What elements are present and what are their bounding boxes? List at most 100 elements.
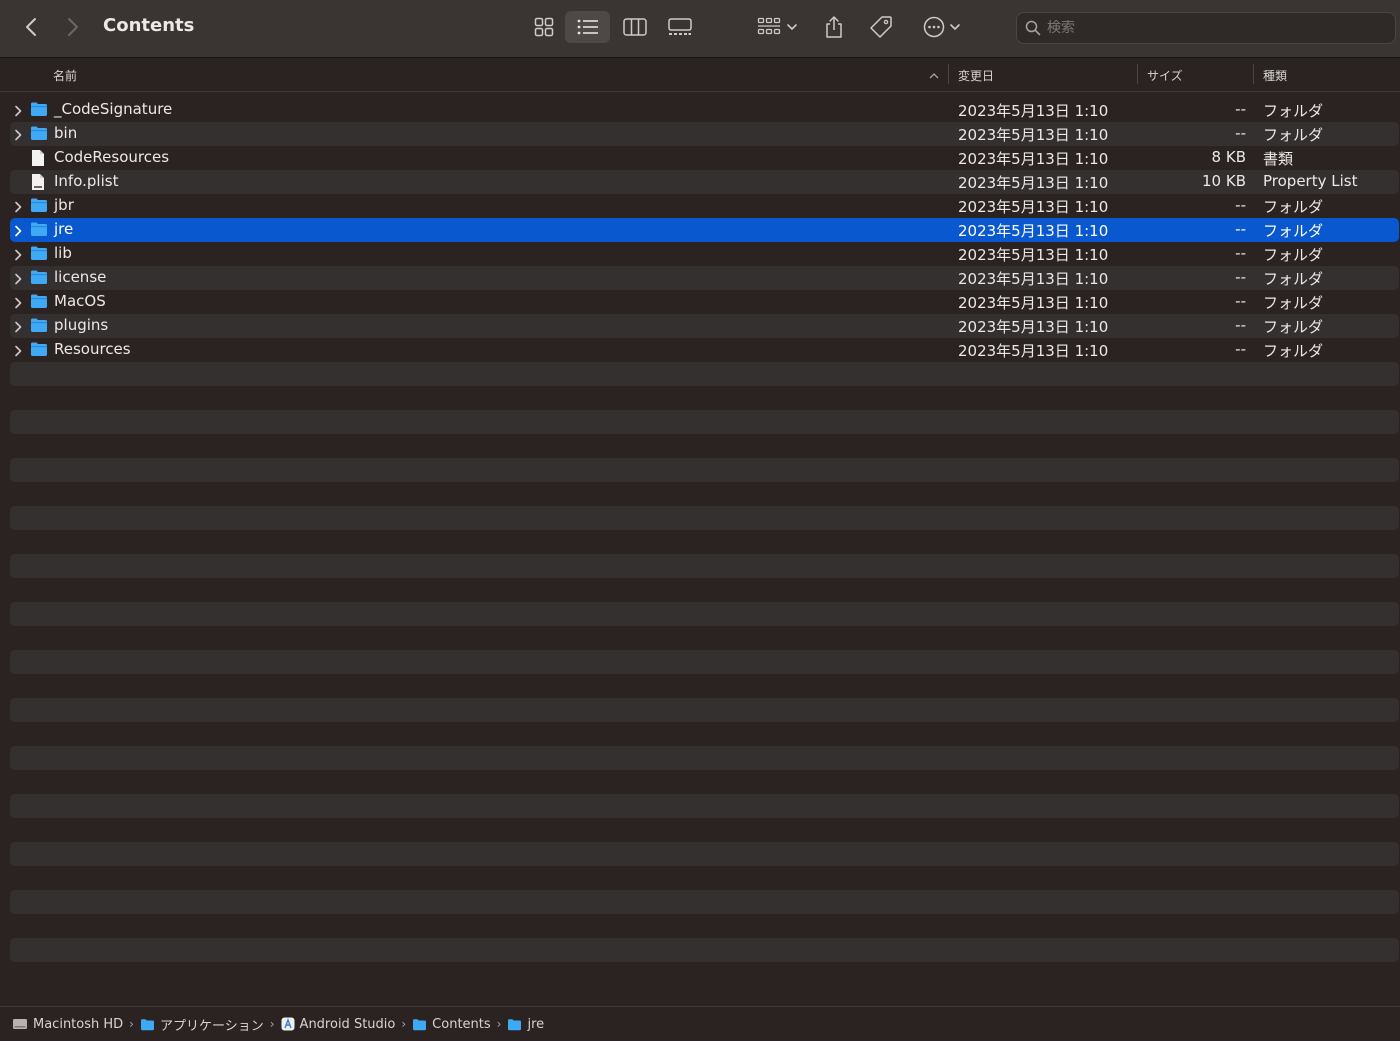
column-divider[interactable] — [1253, 64, 1254, 84]
list-view-icon-wrap[interactable] — [572, 12, 604, 42]
column-kind-header[interactable]: 種類 — [1263, 67, 1287, 84]
group-by-button[interactable] — [752, 12, 802, 42]
group-grid-icon — [757, 17, 781, 35]
disclosure-chevron-icon[interactable] — [14, 105, 22, 117]
column-divider[interactable] — [1137, 64, 1138, 84]
file-kind: Property List — [1263, 172, 1358, 190]
chevron-down-icon — [949, 24, 960, 31]
window-title: Contents — [103, 15, 195, 36]
file-row[interactable]: _CodeSignature 2023年5月13日 1:10 -- フォルダ — [10, 98, 1399, 122]
path-separator-icon: › — [129, 1017, 134, 1031]
file-row[interactable]: jre 2023年5月13日 1:10 -- フォルダ — [10, 218, 1399, 242]
path-crumb[interactable]: Contents — [412, 1016, 491, 1032]
file-kind: フォルダ — [1263, 246, 1324, 264]
file-row[interactable]: bin 2023年5月13日 1:10 -- フォルダ — [10, 122, 1399, 146]
empty-row — [10, 410, 1399, 434]
path-crumb-label: アプリケーション — [159, 1018, 264, 1034]
share-button[interactable] — [820, 11, 848, 43]
file-list: _CodeSignature 2023年5月13日 1:10 -- フォルダ bin 20… — [10, 98, 1399, 986]
empty-row — [10, 530, 1399, 554]
gallery-view-button[interactable] — [664, 12, 696, 42]
file-kind: フォルダ — [1263, 318, 1324, 336]
file-name: jre — [54, 220, 74, 238]
empty-row — [10, 818, 1399, 842]
empty-row — [10, 794, 1399, 818]
column-view-button[interactable] — [619, 12, 651, 42]
file-row[interactable]: CodeResources 2023年5月13日 1:10 8 KB 書類 — [10, 146, 1399, 170]
file-row[interactable]: MacOS 2023年5月13日 1:10 -- フォルダ — [10, 290, 1399, 314]
empty-row — [10, 962, 1399, 986]
file-name: lib — [54, 244, 72, 262]
file-name: CodeResources — [54, 148, 170, 166]
file-date: 2023年5月13日 1:10 — [958, 294, 1109, 312]
folder-icon — [31, 246, 47, 260]
file-name: Resources — [54, 340, 131, 358]
file-date: 2023年5月13日 1:10 — [958, 102, 1109, 120]
file-date: 2023年5月13日 1:10 — [958, 222, 1109, 240]
file-row[interactable]: lib 2023年5月13日 1:10 -- フォルダ — [10, 242, 1399, 266]
file-kind: フォルダ — [1263, 222, 1324, 240]
disk-icon — [13, 1019, 27, 1029]
share-icon — [826, 16, 842, 38]
path-crumb[interactable]: アプリケーション — [140, 1015, 264, 1034]
path-bar: Macintosh HD › アプリケーション › Android Studio › Con… — [0, 1006, 1400, 1041]
file-date: 2023年5月13日 1:10 — [958, 318, 1109, 336]
path-crumb-label: Contents — [432, 1016, 491, 1032]
path-crumb[interactable]: Macintosh HD — [12, 1017, 123, 1032]
list-icon — [577, 19, 598, 35]
tag-button[interactable] — [866, 12, 896, 42]
folder-icon — [31, 126, 47, 140]
empty-row — [10, 770, 1399, 794]
file-name: plugins — [54, 316, 109, 334]
disclosure-chevron-icon[interactable] — [14, 129, 22, 141]
file-row[interactable]: plugins 2023年5月13日 1:10 -- フォルダ — [10, 314, 1399, 338]
search-input[interactable] — [1047, 20, 1367, 36]
path-crumb-label: Macintosh HD — [33, 1016, 124, 1032]
disclosure-chevron-icon[interactable] — [14, 273, 22, 285]
path-crumb[interactable]: jre — [507, 1017, 544, 1032]
file-date: 2023年5月13日 1:10 — [958, 270, 1109, 288]
action-menu-button[interactable] — [917, 12, 965, 42]
columns-icon — [623, 18, 647, 36]
file-row[interactable]: jbr 2023年5月13日 1:10 -- フォルダ — [10, 194, 1399, 218]
back-button[interactable] — [20, 14, 42, 40]
search-field[interactable] — [1016, 12, 1396, 44]
empty-row — [10, 554, 1399, 578]
folder-icon — [31, 294, 47, 308]
folder-icon — [31, 270, 47, 284]
disclosure-chevron-icon[interactable] — [14, 249, 22, 261]
file-name: bin — [54, 124, 78, 142]
chevron-right-icon — [68, 18, 78, 36]
empty-row — [10, 938, 1399, 962]
file-name: jbr — [54, 196, 74, 214]
folder-icon — [31, 342, 47, 356]
document-icon — [32, 150, 44, 166]
file-kind: フォルダ — [1263, 198, 1324, 216]
column-date-header[interactable]: 変更日 — [958, 67, 994, 84]
empty-row — [10, 842, 1399, 866]
column-name-header[interactable]: 名前 — [53, 67, 77, 84]
chevron-down-icon — [787, 24, 797, 31]
column-size-header[interactable]: サイズ — [1147, 67, 1183, 84]
path-crumb-label: Android Studio — [299, 1016, 396, 1032]
grid-icon — [534, 17, 554, 37]
file-row[interactable]: Resources 2023年5月13日 1:10 -- フォルダ — [10, 338, 1399, 362]
more-icon — [923, 16, 944, 38]
file-size: -- — [1235, 244, 1246, 262]
folder-icon — [140, 1018, 154, 1030]
file-kind: フォルダ — [1263, 270, 1324, 288]
empty-row — [10, 506, 1399, 530]
file-row[interactable]: license 2023年5月13日 1:10 -- フォルダ — [10, 266, 1399, 290]
icon-view-button[interactable] — [528, 12, 560, 42]
column-divider[interactable] — [948, 64, 949, 84]
disclosure-chevron-icon[interactable] — [14, 201, 22, 213]
forward-button[interactable] — [62, 14, 84, 40]
disclosure-chevron-icon[interactable] — [14, 297, 22, 309]
disclosure-chevron-icon[interactable] — [14, 345, 22, 357]
path-crumb[interactable]: Android Studio — [281, 1016, 396, 1032]
path-separator-icon: › — [401, 1017, 407, 1031]
disclosure-chevron-icon[interactable] — [14, 225, 22, 237]
file-name: MacOS — [54, 292, 106, 310]
disclosure-chevron-icon[interactable] — [14, 321, 22, 333]
file-row[interactable]: Info.plist 2023年5月13日 1:10 10 KB Property L… — [10, 170, 1399, 194]
